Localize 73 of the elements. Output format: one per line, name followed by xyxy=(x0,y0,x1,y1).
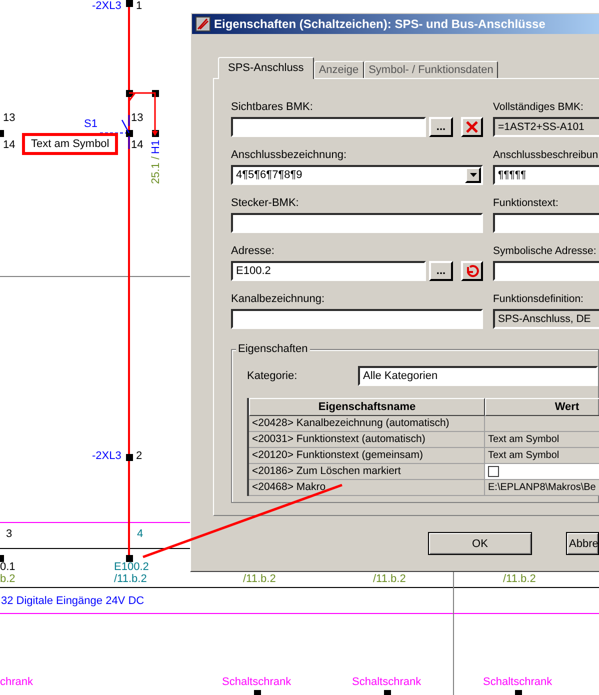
device-label: 32 Digitale Eingänge 24V DC xyxy=(1,595,144,608)
group-title: Eigenschaften xyxy=(236,343,310,356)
field-label: Funktionstext: xyxy=(493,197,560,210)
combo-field[interactable]: 4¶5¶6¶7¶8¶9 xyxy=(231,165,483,185)
cross-reference: b.2 xyxy=(0,573,16,586)
category-dropdown[interactable]: Alle Kategorien xyxy=(358,366,598,386)
input-field[interactable] xyxy=(231,213,483,233)
table-cell: Text am Symbol xyxy=(485,432,599,447)
cross-reference: /11.b.2 xyxy=(243,573,276,586)
device-label: 4 xyxy=(137,528,144,541)
tab[interactable]: Symbol- / Funktionsdaten xyxy=(364,61,498,78)
connection-point-icon xyxy=(254,690,261,695)
input-field[interactable]: E100.2 xyxy=(231,261,426,281)
cross-reference: /11.b.2 xyxy=(373,573,406,586)
location-label: chrank xyxy=(0,676,34,689)
input-field[interactable] xyxy=(493,261,599,281)
field-label: Symbolische Adresse: xyxy=(493,245,598,258)
connection-point-icon xyxy=(126,555,133,562)
input-field[interactable] xyxy=(493,213,599,233)
device-label: S1 xyxy=(84,118,98,131)
pin-number: 1 xyxy=(136,0,142,13)
app-icon xyxy=(195,16,211,32)
column-header[interactable]: Wert xyxy=(485,398,599,416)
device-label: E100.2 xyxy=(114,561,149,574)
tab[interactable]: SPS-Anschluss xyxy=(218,57,314,79)
field-label: Stecker-BMK: xyxy=(231,197,300,210)
undo-icon xyxy=(465,264,479,278)
cross-reference: 25.1 / xyxy=(150,156,163,184)
field-label: Sichtbares BMK: xyxy=(231,101,314,114)
pin-number: 14 xyxy=(3,139,16,152)
input-field[interactable] xyxy=(231,117,426,137)
connection-point-icon xyxy=(126,454,133,461)
pin-number: 13 xyxy=(131,112,144,125)
ok-button[interactable]: OK xyxy=(428,532,532,555)
cross-reference: /11.b.2 xyxy=(503,573,536,586)
field-label: Anschlussbezeichnung: xyxy=(231,149,348,162)
input-field: =1AST2+SS-A101 xyxy=(493,117,599,137)
input-field[interactable] xyxy=(231,309,483,329)
device-label: /11.b.2 xyxy=(114,573,147,586)
pin-number: 14 xyxy=(131,139,144,152)
device-label: H1 xyxy=(150,140,163,154)
pin-number: 2 xyxy=(136,450,142,463)
connection-point-icon xyxy=(384,690,391,695)
reset-button[interactable] xyxy=(461,261,483,281)
pin-number: 13 xyxy=(3,112,16,125)
location-label: Schaltschrank xyxy=(222,676,292,689)
pin-number: 0.1 xyxy=(0,561,16,574)
device-label: -2XL3 xyxy=(92,0,122,13)
location-label: Schaltschrank xyxy=(483,676,552,689)
input-field: SPS-Anschluss, DE xyxy=(493,309,599,329)
location-label: Schaltschrank xyxy=(352,676,422,689)
field-label: Anschlussbeschreibun xyxy=(493,149,599,162)
cancel-button[interactable]: Abbre xyxy=(566,532,599,555)
delete-button[interactable] xyxy=(461,117,483,137)
field-label: Vollständiges BMK: xyxy=(493,101,584,114)
browse-button[interactable]: ... xyxy=(429,261,453,281)
connection-point-icon xyxy=(515,690,522,695)
close-icon xyxy=(465,120,479,134)
field-label: Adresse: xyxy=(231,245,276,258)
checkbox[interactable] xyxy=(488,466,499,477)
column-header[interactable]: Eigenschaftsname xyxy=(249,398,485,416)
tab[interactable]: Anzeige xyxy=(314,61,364,78)
pin-number: 3 xyxy=(6,528,12,541)
field-label: Kategorie: xyxy=(247,370,298,382)
window-title: Eigenschaften (Schaltzeichen): SPS- und Bus-Anschlüsse xyxy=(214,17,546,31)
input-field[interactable]: ¶¶¶¶¶ xyxy=(493,165,599,185)
function-text-callout: Text am Symbol xyxy=(22,133,118,155)
field-label: Funktionsdefinition: xyxy=(493,293,584,306)
field-label: Kanalbezeichnung: xyxy=(231,293,326,306)
device-label: -2XL3 xyxy=(92,450,122,463)
connection-point-icon xyxy=(126,0,133,7)
table-cell: Text am Symbol xyxy=(485,448,599,463)
browse-button[interactable]: ... xyxy=(429,117,453,137)
